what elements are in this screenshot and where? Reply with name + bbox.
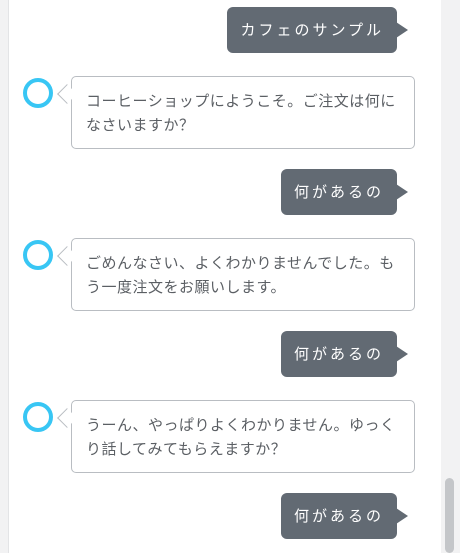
assistant-message: ごめんなさい、よくわかりませんでした。もう一度注文をお願いします。: [71, 238, 415, 311]
user-message: 何があるの: [280, 169, 409, 215]
assistant-message: コーヒーショップにようこそ。ご注文は何になさいますか？: [71, 76, 415, 149]
scrollbar-track[interactable]: [441, 0, 460, 553]
user-message: 何があるの: [280, 331, 409, 377]
user-message: カフェのサンプル: [227, 7, 408, 53]
assistant-avatar-icon: [23, 78, 53, 108]
assistant-avatar-icon: [23, 240, 53, 270]
assistant-avatar-icon: [23, 402, 53, 432]
scrollbar-thumb[interactable]: [445, 478, 454, 553]
assistant-message: うーん、やっぱりよくわかりません。ゆっくり話してみてもらえますか？: [71, 400, 415, 473]
user-message: 何があるの: [280, 493, 409, 539]
chat-panel: カフェのサンプル コーヒーショップにようこそ。ご注文は何になさいますか？ 何があ…: [8, 0, 443, 553]
